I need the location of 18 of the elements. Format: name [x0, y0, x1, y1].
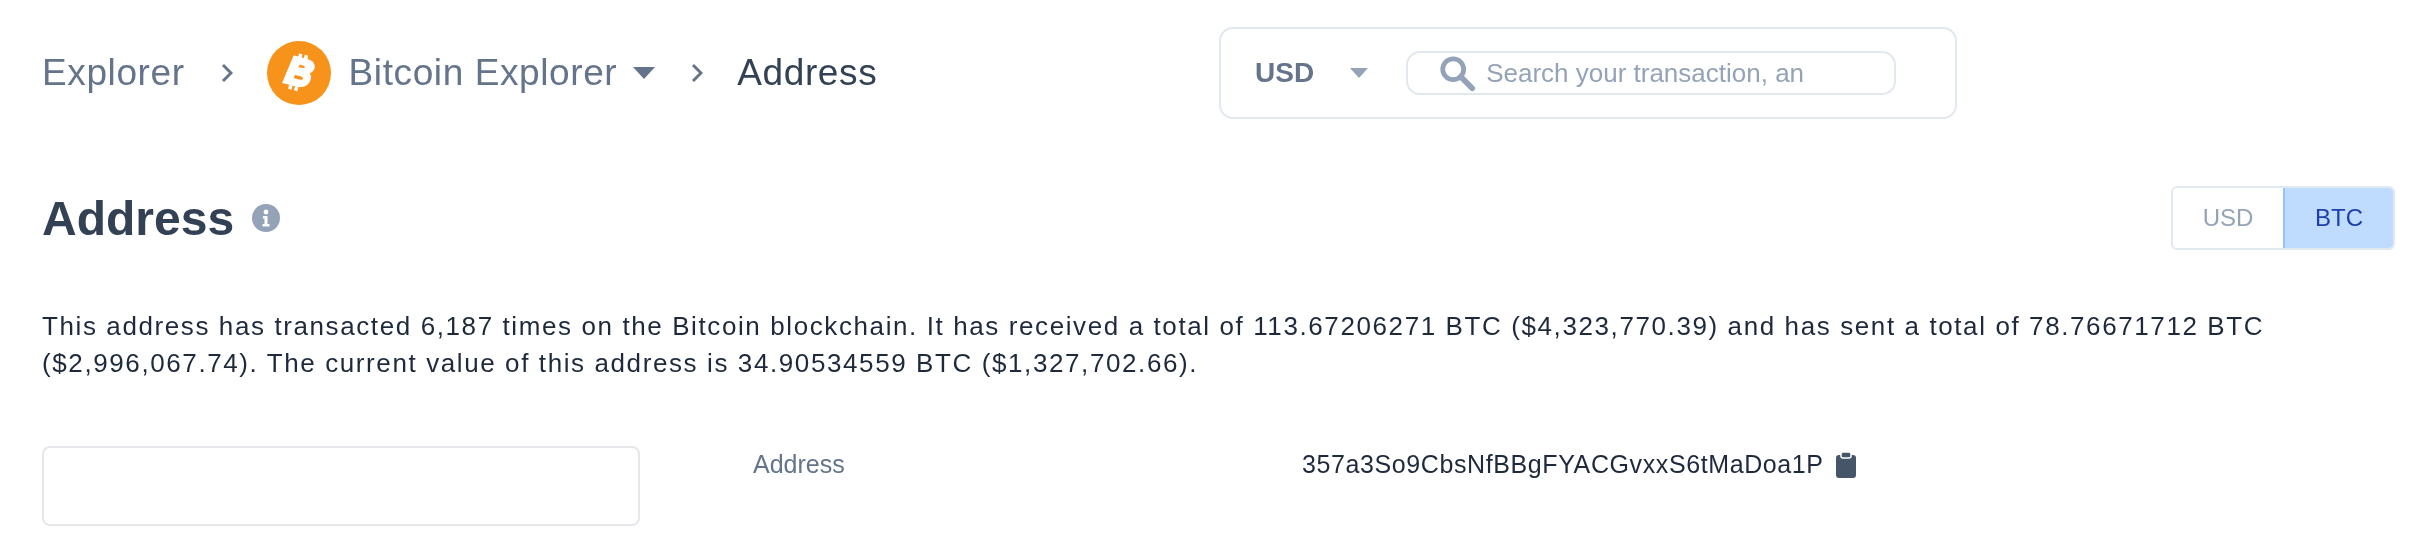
- breadcrumb-link[interactable]: Address: [737, 52, 878, 94]
- info-icon[interactable]: [252, 204, 281, 232]
- detail-value: 357a3So9CbsNfBBgFYACGvxxS6tMaDoa1P: [1302, 450, 1824, 479]
- chevron-right-icon: [691, 63, 704, 83]
- unit-toggle-button[interactable]: BTC: [2283, 188, 2393, 248]
- clipboard-icon[interactable]: [1835, 451, 1856, 478]
- page-title: Address: [42, 190, 235, 246]
- breadcrumb-link[interactable]: Bitcoin Explorer: [348, 52, 618, 94]
- breadcrumb-link[interactable]: Explorer: [42, 52, 185, 94]
- bitcoin-logo-icon: [266, 41, 331, 105]
- search-icon: [1438, 54, 1477, 92]
- search-field[interactable]: Search your transaction, an: [1406, 51, 1897, 95]
- caret-down-icon[interactable]: [633, 67, 656, 79]
- detail-label: Address: [753, 450, 846, 479]
- chevron-right-icon: [220, 63, 233, 83]
- address-summary: This address has transacted 6,187 times on the Bitcoin blockchain. It has received a total of 113.67206271 BTC ($4,323,770.39) and has sent a total of 78.76671712 BTC ($2,996,067.74). The current value of this address is 34.90534559 BTC ($1,327,702.66).: [42, 310, 2266, 380]
- caret-down-icon: [1350, 68, 1369, 78]
- currency-dropdown[interactable]: USD: [1255, 57, 1369, 89]
